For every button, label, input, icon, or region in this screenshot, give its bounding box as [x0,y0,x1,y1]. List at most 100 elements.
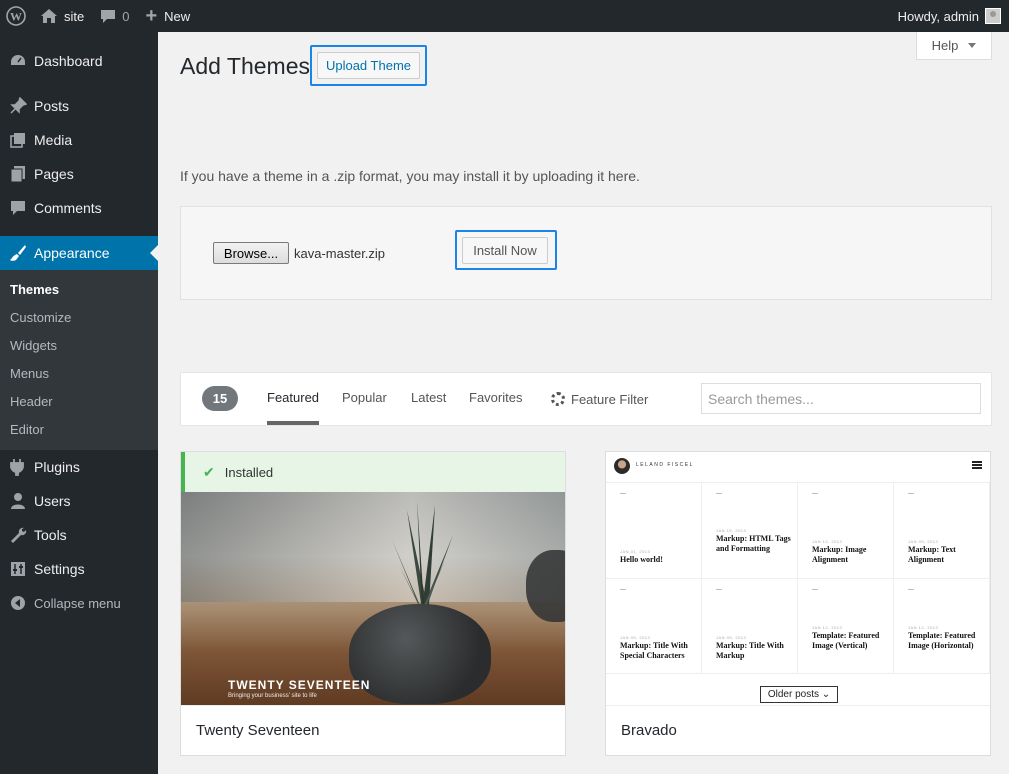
upload-instructions: If you have a theme in a .zip format, yo… [180,168,640,184]
theme-screenshot[interactable]: TWENTY SEVENTEEN Bringing your business'… [181,492,565,707]
collapse-label: Collapse menu [34,595,121,611]
gear-icon [551,392,565,406]
post-tile: JAN 12, 2013 Template: Featured Image (H… [894,578,990,674]
upload-theme-button[interactable]: Upload Theme [317,52,420,79]
post-grid: JAN 01, 2013 Hello world! JAN 15, 2013 M… [606,482,990,674]
admin-bar: W site 0 + New Howdy, admin [0,0,1009,32]
theme-card-bravado[interactable]: LELAND FISCEL JAN 01, 2013 Hello world! … [605,451,991,756]
author-avatar [614,458,630,474]
selected-file-name: kava-master.zip [294,246,386,261]
installed-notice: ✔ Installed [181,452,565,492]
wordpress-logo-icon[interactable]: W [0,0,32,32]
settings-icon [8,559,28,579]
menu-label: Dashboard [34,53,103,69]
user-icon [8,491,28,511]
page-title: Add Themes [180,53,310,79]
screenshot-title: TWENTY SEVENTEEN [228,678,371,692]
admin-sidebar: Dashboard Posts Media Pages Comments App… [0,32,158,774]
upload-form: Browse... kava-master.zip Install Now [180,206,992,300]
submenu-themes[interactable]: Themes [0,276,158,304]
plugin-icon [8,457,28,477]
older-posts-button[interactable]: Older posts ⌄ [760,686,838,703]
submenu-customize[interactable]: Customize [0,304,158,332]
comments-count: 0 [122,8,130,24]
menu-label: Appearance [34,245,110,261]
checkmark-icon: ✔ [203,463,215,480]
post-tile: JAN 09, 2013 Markup: Text Alignment [894,483,990,579]
tab-popular[interactable]: Popular [342,373,387,425]
pin-icon [8,96,28,116]
menu-posts[interactable]: Posts [0,89,158,123]
feature-filter-label: Feature Filter [571,391,649,407]
post-tile: JAN 15, 2013 Markup: HTML Tags and Forma… [702,483,798,579]
theme-card-twenty-seventeen[interactable]: ✔ Installed TWENTY SEVENTEEN Bringing yo… [180,451,566,756]
succulent-leaves [392,500,453,610]
submenu-editor[interactable]: Editor [0,416,158,444]
new-content-link[interactable]: + New [137,0,198,32]
brush-icon [8,243,28,263]
install-now-highlight: Install Now [455,230,557,270]
comments-link[interactable]: 0 [92,0,137,32]
theme-filter-bar: 15 Featured Popular Latest Favorites Fea… [180,372,992,426]
home-icon [41,9,57,23]
menu-plugins[interactable]: Plugins [0,450,158,484]
menu-label: Pages [34,166,74,182]
menu-label: Settings [34,561,85,577]
browse-button[interactable]: Browse... [213,242,289,264]
wrench-icon [8,525,28,545]
submenu-widgets[interactable]: Widgets [0,332,158,360]
menu-appearance[interactable]: Appearance [0,236,158,270]
menu-label: Comments [34,200,102,216]
menu-pages[interactable]: Pages [0,157,158,191]
menu-media[interactable]: Media [0,123,158,157]
help-tab[interactable]: Help [916,32,992,60]
menu-label: Plugins [34,459,80,475]
media-icon [8,130,28,150]
theme-count-badge: 15 [202,386,238,411]
post-tile: JAN 10, 2013 Markup: Image Alignment [798,483,894,579]
theme-screenshot[interactable]: LELAND FISCEL JAN 01, 2013 Hello world! … [606,452,990,707]
site-name: site [64,8,85,24]
appearance-submenu: Themes Customize Widgets Menus Header Ed… [0,270,158,450]
avatar [985,8,1001,24]
tab-latest[interactable]: Latest [411,373,446,425]
screenshot-tagline: Bringing your business' site to life [228,693,317,699]
menu-tools[interactable]: Tools [0,518,158,552]
menu-dashboard[interactable]: Dashboard [0,44,158,78]
svg-text:W: W [10,10,22,24]
hamburger-menu-icon [972,461,982,469]
collapse-arrow-icon [8,593,28,613]
my-account[interactable]: Howdy, admin [890,0,1009,32]
install-now-button[interactable]: Install Now [462,237,548,264]
author-name: LELAND FISCEL [636,462,694,468]
post-tile: JAN 05, 2013 Markup: Title With Special … [606,578,702,674]
tab-favorites[interactable]: Favorites [469,373,522,425]
new-label: New [164,8,191,24]
comment-bubble-icon [101,10,116,23]
collapse-menu-button[interactable]: Collapse menu [0,586,158,620]
post-tile: JAN 12, 2013 Template: Featured Image (V… [798,578,894,674]
menu-settings[interactable]: Settings [0,552,158,586]
background-plant-pot [526,550,565,622]
tab-featured[interactable]: Featured [267,373,320,425]
howdy-text: Howdy, admin [897,8,979,24]
theme-name: Twenty Seventeen [181,705,565,755]
post-tile: JAN 05, 2013 Markup: Title With Markup [702,578,798,674]
plus-icon: + [145,5,158,27]
theme-name: Bravado [606,705,990,755]
comment-icon [8,198,28,218]
feature-filter-button[interactable]: Feature Filter [551,373,648,425]
menu-comments[interactable]: Comments [0,191,158,225]
menu-label: Users [34,493,71,509]
search-themes-input[interactable] [701,383,981,414]
menu-users[interactable]: Users [0,484,158,518]
submenu-menus[interactable]: Menus [0,360,158,388]
pages-icon [8,164,28,184]
site-link[interactable]: site [32,0,92,32]
help-label: Help [931,38,959,53]
main-content: Help Add Themes Upload Theme If you have… [158,32,1009,774]
submenu-header[interactable]: Header [0,388,158,416]
dashboard-icon [8,51,28,71]
caret-down-icon [968,43,977,48]
menu-label: Posts [34,98,70,114]
